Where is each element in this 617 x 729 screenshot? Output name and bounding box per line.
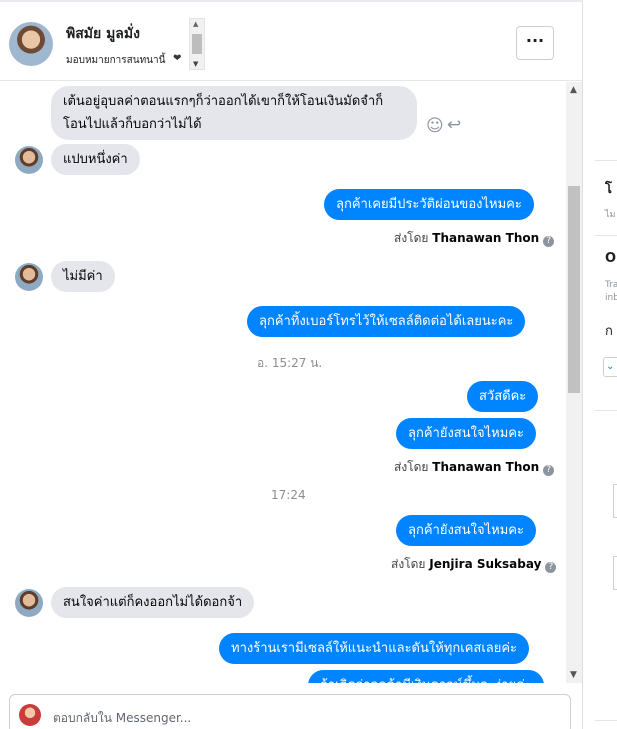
contact-name[interactable]: พิสมัย มูลมั่ง: [66, 23, 140, 45]
sent-by-label: ส่งโดย Thanawan Thon?: [394, 229, 555, 248]
scroll-up-icon[interactable]: ▲: [570, 85, 577, 95]
panel-input[interactable]: [613, 484, 617, 518]
outgoing-message[interactable]: สวัสดีคะ: [467, 381, 539, 412]
reply-composer[interactable]: ตอบกลับใน Messenger...: [9, 694, 571, 729]
sent-by-label: ส่งโดย Thanawan Thon?: [394, 458, 555, 477]
conversation-header: พิสมัย มูลมั่ง มอบหมายการสนทนานี้ ❤ ▲ ▼ …: [0, 3, 583, 81]
contact-avatar-small: [15, 263, 43, 291]
incoming-message[interactable]: ไม่มีค่า: [51, 261, 115, 292]
outgoing-message[interactable]: ลุกค้ายังสนใจไหมคะ: [396, 515, 536, 546]
panel-heading: โ: [605, 182, 612, 197]
message-scrollbar[interactable]: ▲ ▼: [566, 82, 582, 683]
timestamp: 17:24: [271, 488, 306, 502]
customer-details-panel: โ ไม O Tra inb ก ⌄: [583, 0, 617, 729]
contact-avatar-small: [15, 146, 43, 174]
contact-avatar-small: [15, 589, 43, 617]
panel-label: ก: [605, 324, 613, 339]
reply-icon[interactable]: ↩: [447, 115, 461, 135]
sent-by-prefix: ส่งโดย: [394, 460, 429, 474]
timestamp: อ. 15:27 น.: [257, 356, 323, 370]
incoming-message[interactable]: สนใจค่าแต่ก็คงออกไม่ได้ดอกจ้า: [51, 587, 255, 618]
scroll-up-icon[interactable]: ▲: [193, 20, 198, 28]
scroll-thumb[interactable]: [192, 34, 202, 54]
incoming-message[interactable]: แปบหนึ่งค่า: [51, 144, 140, 175]
info-icon[interactable]: ?: [545, 562, 557, 573]
panel-input[interactable]: [613, 556, 617, 590]
sender-name: Thanawan Thon: [432, 460, 540, 474]
contact-avatar[interactable]: [9, 22, 53, 66]
info-icon[interactable]: ?: [543, 236, 555, 247]
assign-dropdown-scrollbar[interactable]: ▲ ▼: [189, 18, 205, 70]
panel-heading: O: [605, 251, 617, 266]
smile-icon[interactable]: ☺: [426, 116, 444, 136]
chevron-down-icon: ⌄: [606, 361, 615, 372]
outgoing-message[interactable]: ลุกค้ายังสนใจไหมคะ: [396, 418, 536, 449]
outgoing-message[interactable]: ถ้าเกิดว่าลูกค้ามีเงินดาวน์ขึ้นจะง่ายค่ะ: [308, 670, 544, 683]
message-list: เต้นอยู่อุบลค่าตอนแรกๆก็ว่าออกได้เขาก็ให…: [0, 82, 566, 683]
incoming-message[interactable]: เต้นอยู่อุบลค่าตอนแรกๆก็ว่าออกได้เขาก็ให…: [51, 86, 417, 140]
sender-name: Thanawan Thon: [432, 231, 540, 245]
conversation-panel: พิสมัย มูลมั่ง มอบหมายการสนทนานี้ ❤ ▲ ▼ …: [0, 0, 583, 729]
outgoing-message[interactable]: ลุกค้าเคยมีประวัติผ่อนของไหมคะ: [324, 189, 534, 220]
divider: [595, 720, 617, 721]
sent-by-prefix: ส่งโดย: [391, 557, 426, 571]
divider: [595, 410, 617, 411]
more-options-button[interactable]: ···: [516, 26, 554, 60]
outgoing-message[interactable]: ลุกค้าทิ้งเบอร์โทรไว้ให้เซลล์ติดต่อได้เล…: [247, 306, 526, 337]
assign-conversation-label[interactable]: มอบหมายการสนทนานี้: [66, 53, 165, 68]
top-divider: [0, 0, 583, 2]
divider: [595, 235, 617, 236]
panel-text: inb: [605, 293, 617, 303]
panel-text: ไม: [605, 210, 616, 220]
panel-text: Tra: [605, 280, 617, 290]
page-avatar: [19, 704, 41, 726]
sent-by-label: ส่งโดย Jenjira Suksabay?: [391, 555, 557, 574]
sent-by-prefix: ส่งโดย: [394, 231, 429, 245]
outgoing-message[interactable]: ทางร้านเรามีเซลล์ให้แนะนำและดันให้ทุกเคส…: [219, 633, 530, 664]
scroll-down-icon[interactable]: ▼: [193, 60, 198, 68]
heart-icon: ❤: [173, 53, 182, 64]
messenger-inbox: พิสมัย มูลมั่ง มอบหมายการสนทนานี้ ❤ ▲ ▼ …: [0, 0, 617, 729]
sender-name: Jenjira Suksabay: [429, 557, 542, 571]
panel-select[interactable]: ⌄: [603, 357, 617, 377]
scroll-down-icon[interactable]: ▼: [570, 670, 577, 680]
scroll-thumb[interactable]: [568, 186, 580, 393]
divider: [595, 160, 617, 161]
reply-input-placeholder[interactable]: ตอบกลับใน Messenger...: [53, 709, 191, 728]
info-icon[interactable]: ?: [543, 465, 555, 476]
